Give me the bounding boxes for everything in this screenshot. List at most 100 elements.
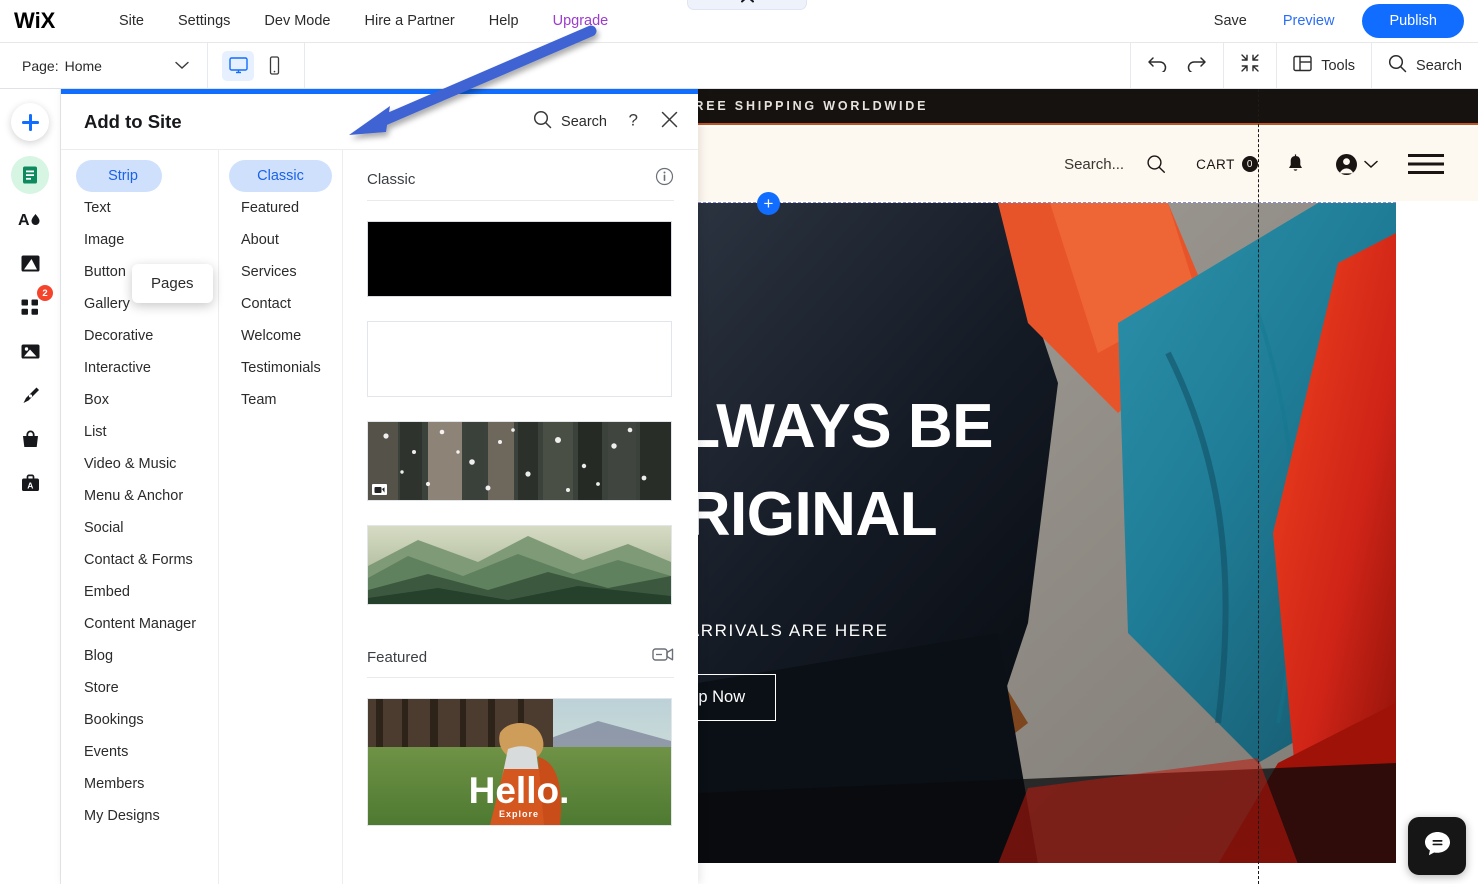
chevron-down-icon: [175, 57, 189, 75]
account-chevron-down-icon[interactable]: [1364, 160, 1378, 169]
undo-button[interactable]: [1147, 54, 1169, 77]
panel-search-label: Search: [561, 113, 607, 130]
category-item-social[interactable]: Social: [61, 512, 210, 544]
category-item-image[interactable]: Image: [61, 224, 210, 256]
category-list[interactable]: Strip Text Image Button Gallery Decorati…: [61, 150, 219, 884]
sidebar-item-business[interactable]: A: [11, 464, 49, 502]
apps-badge-count: 2: [37, 285, 53, 301]
category-item-text[interactable]: Text: [61, 192, 210, 224]
sidebar-item-apps[interactable]: 2: [11, 285, 53, 326]
category-item-events[interactable]: Events: [61, 736, 210, 768]
tools-menu[interactable]: Tools: [1276, 43, 1371, 88]
info-circle-icon[interactable]: [655, 167, 674, 191]
category-item-store[interactable]: Store: [61, 672, 210, 704]
nav-dev-mode[interactable]: Dev Mode: [247, 7, 347, 35]
panel-help-button[interactable]: ?: [626, 110, 642, 134]
strip-thumb-blank[interactable]: [367, 321, 672, 397]
subcategory-item-contact[interactable]: Contact: [229, 288, 332, 320]
mobile-view-button[interactable]: [258, 51, 290, 81]
category-item-list[interactable]: List: [61, 416, 210, 448]
nav-upgrade[interactable]: Upgrade: [536, 7, 626, 35]
strip-thumb-hello[interactable]: Hello. Explore: [367, 698, 672, 826]
subcategory-item-about[interactable]: About: [229, 224, 332, 256]
sidebar-item-site-pages[interactable]: [11, 156, 49, 194]
category-item-blog[interactable]: Blog: [61, 640, 210, 672]
site-canvas[interactable]: FREE SHIPPING WORLDWIDE Search... CART 0: [698, 89, 1478, 884]
site-header: Search... CART 0: [698, 127, 1478, 201]
category-item-menu-anchor[interactable]: Menu & Anchor: [61, 480, 210, 512]
add-section-button[interactable]: +: [757, 192, 780, 215]
hero-subheadline: NEW ARRIVALS ARE HERE: [698, 621, 889, 640]
subcategory-item-testimonials[interactable]: Testimonials: [229, 352, 332, 384]
publish-button[interactable]: Publish: [1362, 4, 1464, 38]
sidebar-item-add-elements[interactable]: [11, 103, 49, 141]
canvas-collapse-tab[interactable]: [687, 0, 807, 10]
site-cart-button[interactable]: CART 0: [1196, 156, 1258, 172]
subcategory-item-classic[interactable]: Classic: [229, 160, 332, 192]
nav-hire-a-partner[interactable]: Hire a Partner: [348, 7, 472, 35]
toolbar-right-cluster: Tools Search: [1130, 43, 1478, 88]
sidebar-item-media[interactable]: [11, 332, 49, 370]
desktop-view-icon: [228, 57, 248, 74]
panel-close-button[interactable]: [661, 111, 678, 133]
sidebar-item-store[interactable]: [11, 420, 49, 458]
nav-help[interactable]: Help: [472, 7, 536, 35]
theme-paint-icon: A: [18, 212, 40, 229]
category-item-interactive[interactable]: Interactive: [61, 352, 210, 384]
strip-thumbnail-list[interactable]: Classic Featured Hello. Explore: [343, 150, 698, 884]
panel-search-button[interactable]: Search: [533, 110, 607, 134]
category-item-bookings[interactable]: Bookings: [61, 704, 210, 736]
pen-nib-icon: [23, 387, 39, 403]
subcategory-item-team[interactable]: Team: [229, 384, 332, 416]
nav-settings[interactable]: Settings: [161, 7, 247, 35]
subcategory-item-services[interactable]: Services: [229, 256, 332, 288]
page-selector[interactable]: Page: Home: [0, 43, 208, 88]
zoom-out-button[interactable]: [1240, 53, 1260, 78]
site-search-placeholder[interactable]: Search...: [1064, 156, 1124, 173]
category-item-contact-forms[interactable]: Contact & Forms: [61, 544, 210, 576]
subcategory-item-featured[interactable]: Featured: [229, 192, 332, 224]
wix-logo[interactable]: WiX: [14, 8, 76, 34]
account-avatar-icon[interactable]: [1335, 153, 1358, 176]
apps-grid-icon: [21, 299, 38, 315]
subcategory-item-welcome[interactable]: Welcome: [229, 320, 332, 352]
sidebar-item-blog[interactable]: [11, 376, 49, 414]
category-item-video-music[interactable]: Video & Music: [61, 448, 210, 480]
strip-thumb-mountains[interactable]: [367, 525, 672, 605]
hamburger-menu-icon[interactable]: [1408, 153, 1444, 175]
pages-tooltip: Pages: [132, 264, 213, 303]
category-item-decorative[interactable]: Decorative: [61, 320, 210, 352]
redo-button[interactable]: [1185, 54, 1207, 77]
site-announcement-bar: FREE SHIPPING WORLDWIDE: [698, 89, 1478, 125]
strip-thumb-black[interactable]: [367, 221, 672, 297]
chat-widget-button[interactable]: [1408, 817, 1466, 875]
zoom-out-controls: [1223, 43, 1276, 88]
page-document-icon: [23, 166, 37, 184]
site-announcement-text: FREE SHIPPING WORLDWIDE: [698, 99, 929, 113]
sidebar-item-site-design[interactable]: A: [11, 200, 49, 238]
sidebar-item-background[interactable]: [11, 244, 49, 282]
site-search-icon[interactable]: [1146, 154, 1166, 174]
add-to-site-panel-body: Strip Text Image Button Gallery Decorati…: [61, 150, 698, 884]
video-strip-icon[interactable]: [652, 646, 674, 668]
category-item-box[interactable]: Box: [61, 384, 210, 416]
hero-shop-now-button[interactable]: Shop Now: [698, 674, 777, 721]
nav-site[interactable]: Site: [102, 7, 161, 35]
category-item-my-designs[interactable]: My Designs: [61, 800, 210, 832]
hero-section[interactable]: ALWAYS BE ORIGINAL NEW ARRIVALS ARE HERE…: [698, 202, 1396, 863]
section-title-classic: Classic: [367, 170, 416, 188]
editor-toolbar: Page: Home Tools Search: [0, 43, 1478, 89]
svg-text:?: ?: [629, 110, 638, 129]
notification-bell-icon[interactable]: [1286, 154, 1305, 174]
save-button[interactable]: Save: [1196, 7, 1265, 35]
strip-thumb-snowy-forest[interactable]: [367, 421, 672, 501]
category-item-members[interactable]: Members: [61, 768, 210, 800]
category-item-strip[interactable]: Strip: [76, 160, 162, 192]
editor-search[interactable]: Search: [1371, 43, 1478, 88]
preview-button[interactable]: Preview: [1265, 7, 1353, 35]
category-item-content-manager[interactable]: Content Manager: [61, 608, 210, 640]
site-cart-label: CART: [1196, 156, 1235, 172]
desktop-view-button[interactable]: [222, 50, 254, 81]
category-item-embed[interactable]: Embed: [61, 576, 210, 608]
subcategory-list[interactable]: Classic Featured About Services Contact …: [219, 150, 343, 884]
